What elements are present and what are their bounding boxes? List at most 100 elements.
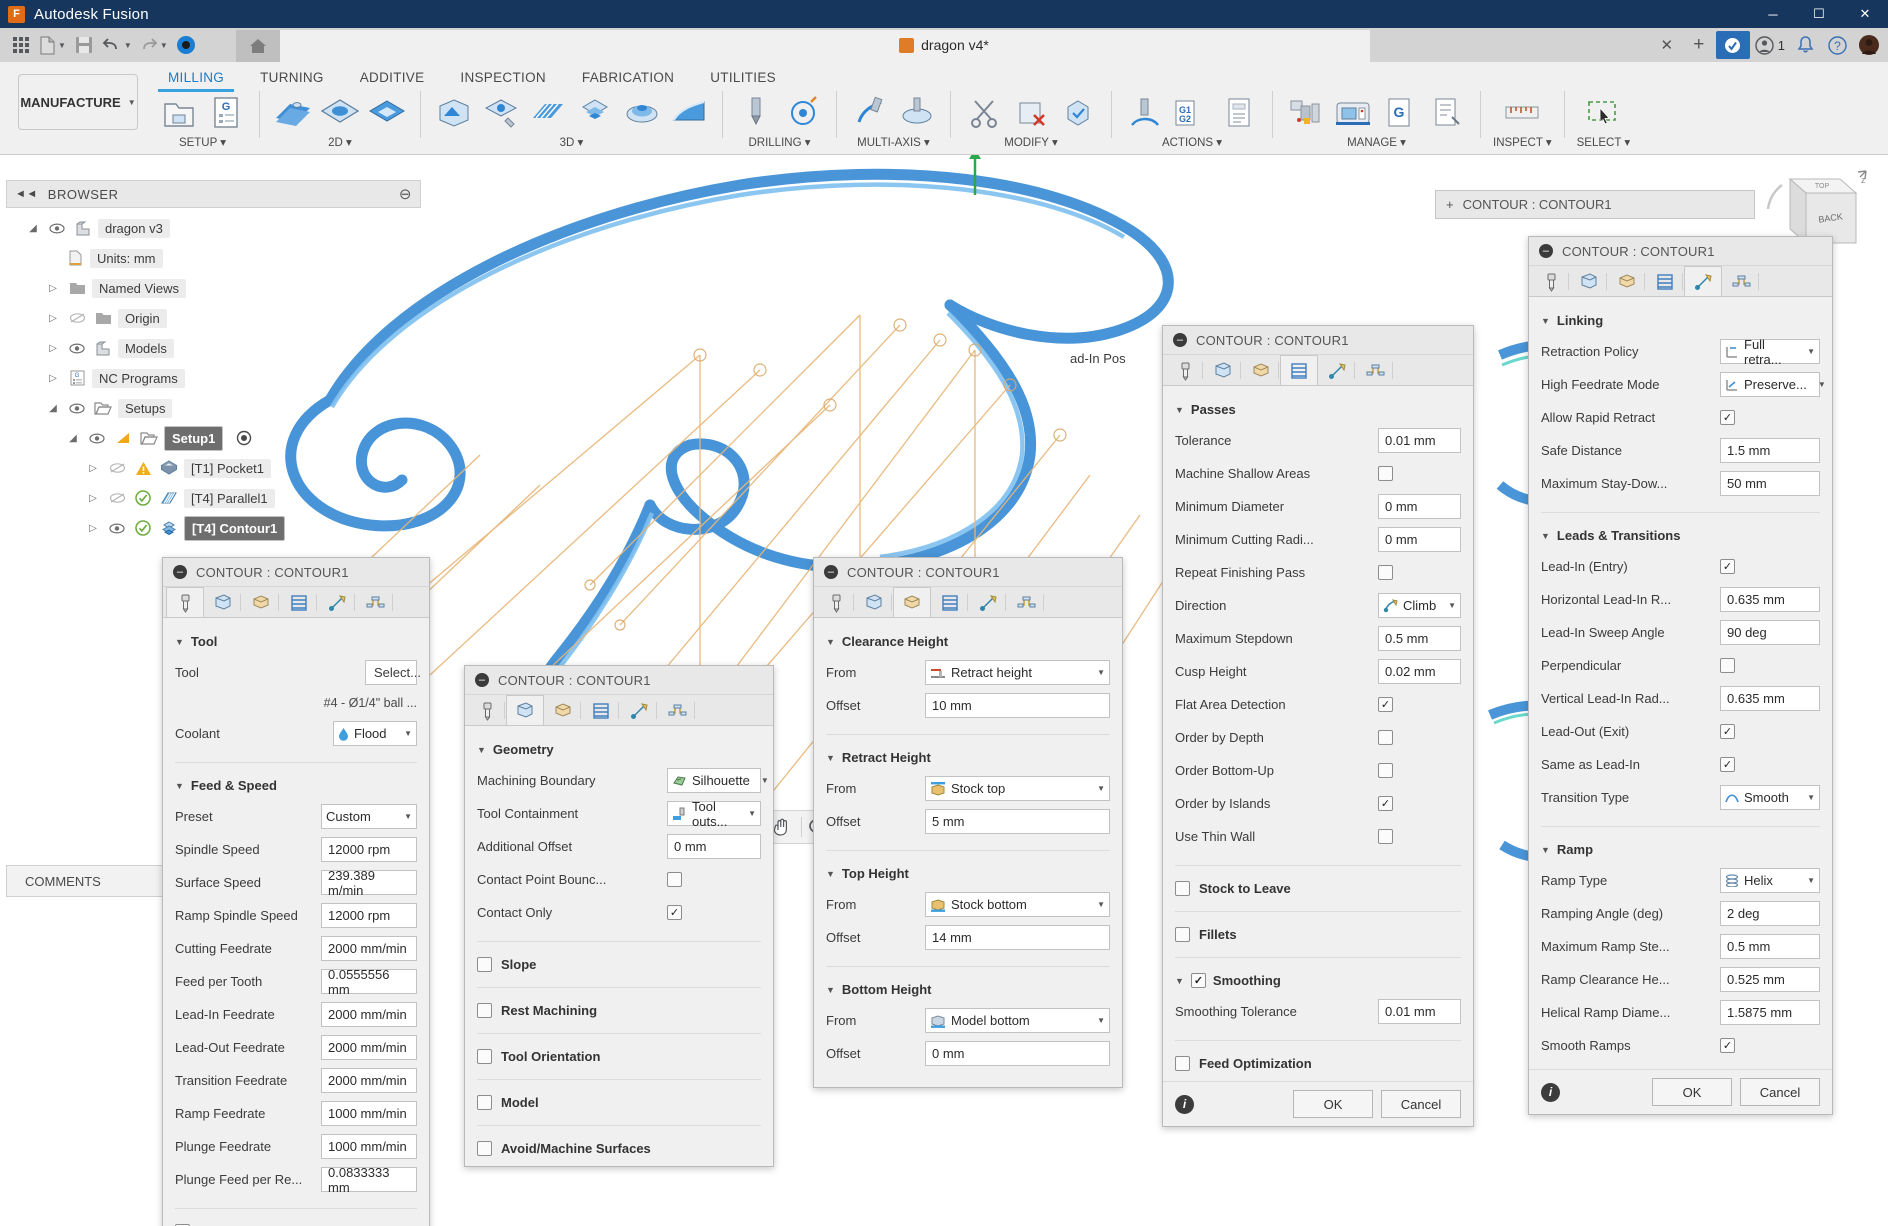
post-tab[interactable] <box>356 587 394 617</box>
tab-close-icon[interactable]: ✕ <box>1652 30 1682 60</box>
tab-fabrication[interactable]: FABRICATION <box>564 66 692 90</box>
order-by-depth-checkbox[interactable] <box>1378 730 1393 745</box>
collapse-icon[interactable]: – <box>475 673 489 687</box>
group-label-2d[interactable]: 2D ▾ <box>328 135 352 149</box>
maximum-ramp-stepdown-input[interactable]: 0.5 mm <box>1720 934 1820 959</box>
workspace-switcher[interactable]: MANUFACTURE ▼ <box>18 74 138 130</box>
dialog-title-bar[interactable]: – CONTOUR : CONTOUR1 <box>814 558 1122 587</box>
tree-label[interactable]: dragon v3 <box>98 218 170 238</box>
delete-toolpath-icon[interactable] <box>1010 92 1052 134</box>
high-feedrate-mode-select[interactable]: Preserve... ▼ <box>1720 372 1826 397</box>
document-name[interactable]: dragon v4* <box>921 37 989 53</box>
machine-library-icon[interactable] <box>1332 92 1374 134</box>
tree-label[interactable]: Setups <box>118 398 173 418</box>
slope-checkbox[interactable] <box>477 957 492 972</box>
tree-label[interactable]: Setup1 <box>164 425 224 451</box>
visibility-eye-icon[interactable] <box>106 522 128 534</box>
tree-item-named-views[interactable]: ▷ Named Views <box>6 273 421 303</box>
dialog-contour-tool[interactable]: – CONTOUR : CONTOUR1 ▼ Tool Tool Select.… <box>162 557 430 1226</box>
group-label-3d[interactable]: 3D ▾ <box>560 135 584 149</box>
same-as-lead-in-checkbox[interactable]: ✓ <box>1720 757 1735 772</box>
section-header[interactable]: ▼ Top Height <box>826 859 1110 889</box>
contact-only-checkbox[interactable]: ✓ <box>667 905 682 920</box>
perpendicular-checkbox[interactable] <box>1720 658 1735 673</box>
twisty-closed-icon[interactable]: ▷ <box>84 463 102 474</box>
scallop-3d-icon[interactable] <box>621 92 663 134</box>
ramp-spindle-speed-input[interactable]: 12000 rpm <box>321 903 417 928</box>
face-2d-icon[interactable] <box>272 92 314 134</box>
helical-ramp-diameter-input[interactable]: 1.5875 mm <box>1720 1000 1820 1025</box>
section-header[interactable]: ▼ Passes <box>1175 395 1461 425</box>
tree-label[interactable]: Models <box>118 338 174 358</box>
tab-utilities[interactable]: UTILITIES <box>692 66 794 90</box>
clearance-offset-input[interactable]: 10 mm <box>925 693 1110 718</box>
smoothing-checkbox[interactable]: ✓ <box>1190 973 1206 988</box>
section-header[interactable]: ▼ Ramp <box>1541 835 1820 865</box>
group-label-manage[interactable]: MANAGE ▾ <box>1347 135 1406 149</box>
save-icon[interactable] <box>69 30 99 60</box>
tool-library-icon[interactable] <box>1285 92 1327 134</box>
maximum-stepdown-input[interactable]: 0.5 mm <box>1378 626 1461 651</box>
stock-to-leave-checkbox[interactable] <box>1175 881 1190 896</box>
feed-optimization-checkbox[interactable] <box>1175 1056 1190 1071</box>
visibility-eye-icon[interactable] <box>66 342 88 354</box>
adaptive-2d-icon[interactable] <box>366 92 408 134</box>
maximum-stay-down-input[interactable]: 50 mm <box>1720 471 1820 496</box>
linking-tab[interactable] <box>318 587 356 617</box>
active-target-icon[interactable] <box>233 430 255 446</box>
bottom-from-select[interactable]: Model bottom ▼ <box>925 1008 1110 1033</box>
swarf-icon[interactable] <box>849 92 891 134</box>
section-header[interactable]: ▼ Retract Height <box>826 743 1110 773</box>
dialog-title-bar[interactable]: – CONTOUR : CONTOUR1 <box>163 558 429 587</box>
tree-item-dragon[interactable]: ◢ dragon v3 <box>6 213 421 243</box>
dialog-title-bar[interactable]: – CONTOUR : CONTOUR1 <box>1163 326 1473 355</box>
tool-select-button[interactable]: Select... <box>365 660 421 685</box>
smoothing-tolerance-input[interactable]: 0.01 mm <box>1378 999 1461 1024</box>
tool-tab[interactable] <box>468 695 506 725</box>
cusp-height-input[interactable]: 0.02 mm <box>1378 659 1461 684</box>
tolerance-input[interactable]: 0.01 mm <box>1378 428 1461 453</box>
geometry-tab[interactable] <box>855 587 893 617</box>
minimum-diameter-input[interactable]: 0 mm <box>1378 494 1461 519</box>
group-label-modify[interactable]: MODIFY ▾ <box>1004 135 1057 149</box>
group-label-select[interactable]: SELECT ▾ <box>1577 135 1631 149</box>
top-offset-input[interactable]: 14 mm <box>925 925 1110 950</box>
feed-per-tooth-input[interactable]: 0.0555556 mm <box>321 967 417 997</box>
setup-sheet-icon[interactable] <box>1218 92 1260 134</box>
plunge-feedrate-input[interactable]: 1000 mm/min <box>321 1134 417 1159</box>
section-fillets[interactable]: Fillets <box>1163 917 1473 952</box>
order-bottom-up-checkbox[interactable] <box>1378 763 1393 778</box>
passes-tab[interactable] <box>1280 355 1318 385</box>
pocket-clearing-icon[interactable] <box>480 92 522 134</box>
close-button[interactable]: ✕ <box>1842 0 1888 28</box>
data-panel-icon[interactable] <box>171 30 201 60</box>
heights-tab[interactable] <box>1242 355 1280 385</box>
rest-machining-checkbox[interactable] <box>477 1003 492 1018</box>
flat-area-detection-checkbox[interactable]: ✓ <box>1378 697 1393 712</box>
tab-inspection[interactable]: INSPECTION <box>442 66 564 90</box>
horizontal-lead-in-radius-input[interactable]: 0.635 mm <box>1720 587 1820 612</box>
new-file-icon[interactable]: ▼ <box>36 30 69 60</box>
machine-shallow-areas-checkbox[interactable] <box>1378 466 1393 481</box>
section-model[interactable]: Model <box>465 1085 773 1120</box>
tree-item-origin[interactable]: ▷ Origin <box>6 303 421 333</box>
section-header[interactable]: ▼ ✓ Smoothing <box>1175 966 1461 996</box>
ramp-3d-icon[interactable] <box>668 92 710 134</box>
section-header[interactable]: ▼ Leads & Transitions <box>1541 521 1820 551</box>
tree-label[interactable]: Named Views <box>92 278 186 298</box>
pocket-2d-icon[interactable] <box>319 92 361 134</box>
browser-minimize-icon[interactable]: ⊖ <box>399 185 412 203</box>
heights-tab[interactable] <box>1608 266 1646 296</box>
vertical-lead-in-radius-input[interactable]: 0.635 mm <box>1720 686 1820 711</box>
contact-point-boundary-checkbox[interactable] <box>667 872 682 887</box>
dialog-title-bar[interactable]: – CONTOUR : CONTOUR1 <box>1529 237 1832 266</box>
dialog-contour-linking[interactable]: – CONTOUR : CONTOUR1 ▼ Linking Retractio… <box>1528 236 1833 1115</box>
coolant-select[interactable]: Flood ▼ <box>333 721 417 746</box>
group-label-setup[interactable]: SETUP ▾ <box>179 135 226 149</box>
tree-item-nc-programs[interactable]: ▷ G NC Programs <box>6 363 421 393</box>
ramping-angle-input[interactable]: 2 deg <box>1720 901 1820 926</box>
linking-tab[interactable] <box>969 587 1007 617</box>
multiaxis-contour-icon[interactable] <box>896 92 938 134</box>
visibility-eye-icon[interactable] <box>46 222 68 234</box>
plunge-feed-per-rev-input[interactable]: 0.0833333 mm <box>321 1165 417 1195</box>
